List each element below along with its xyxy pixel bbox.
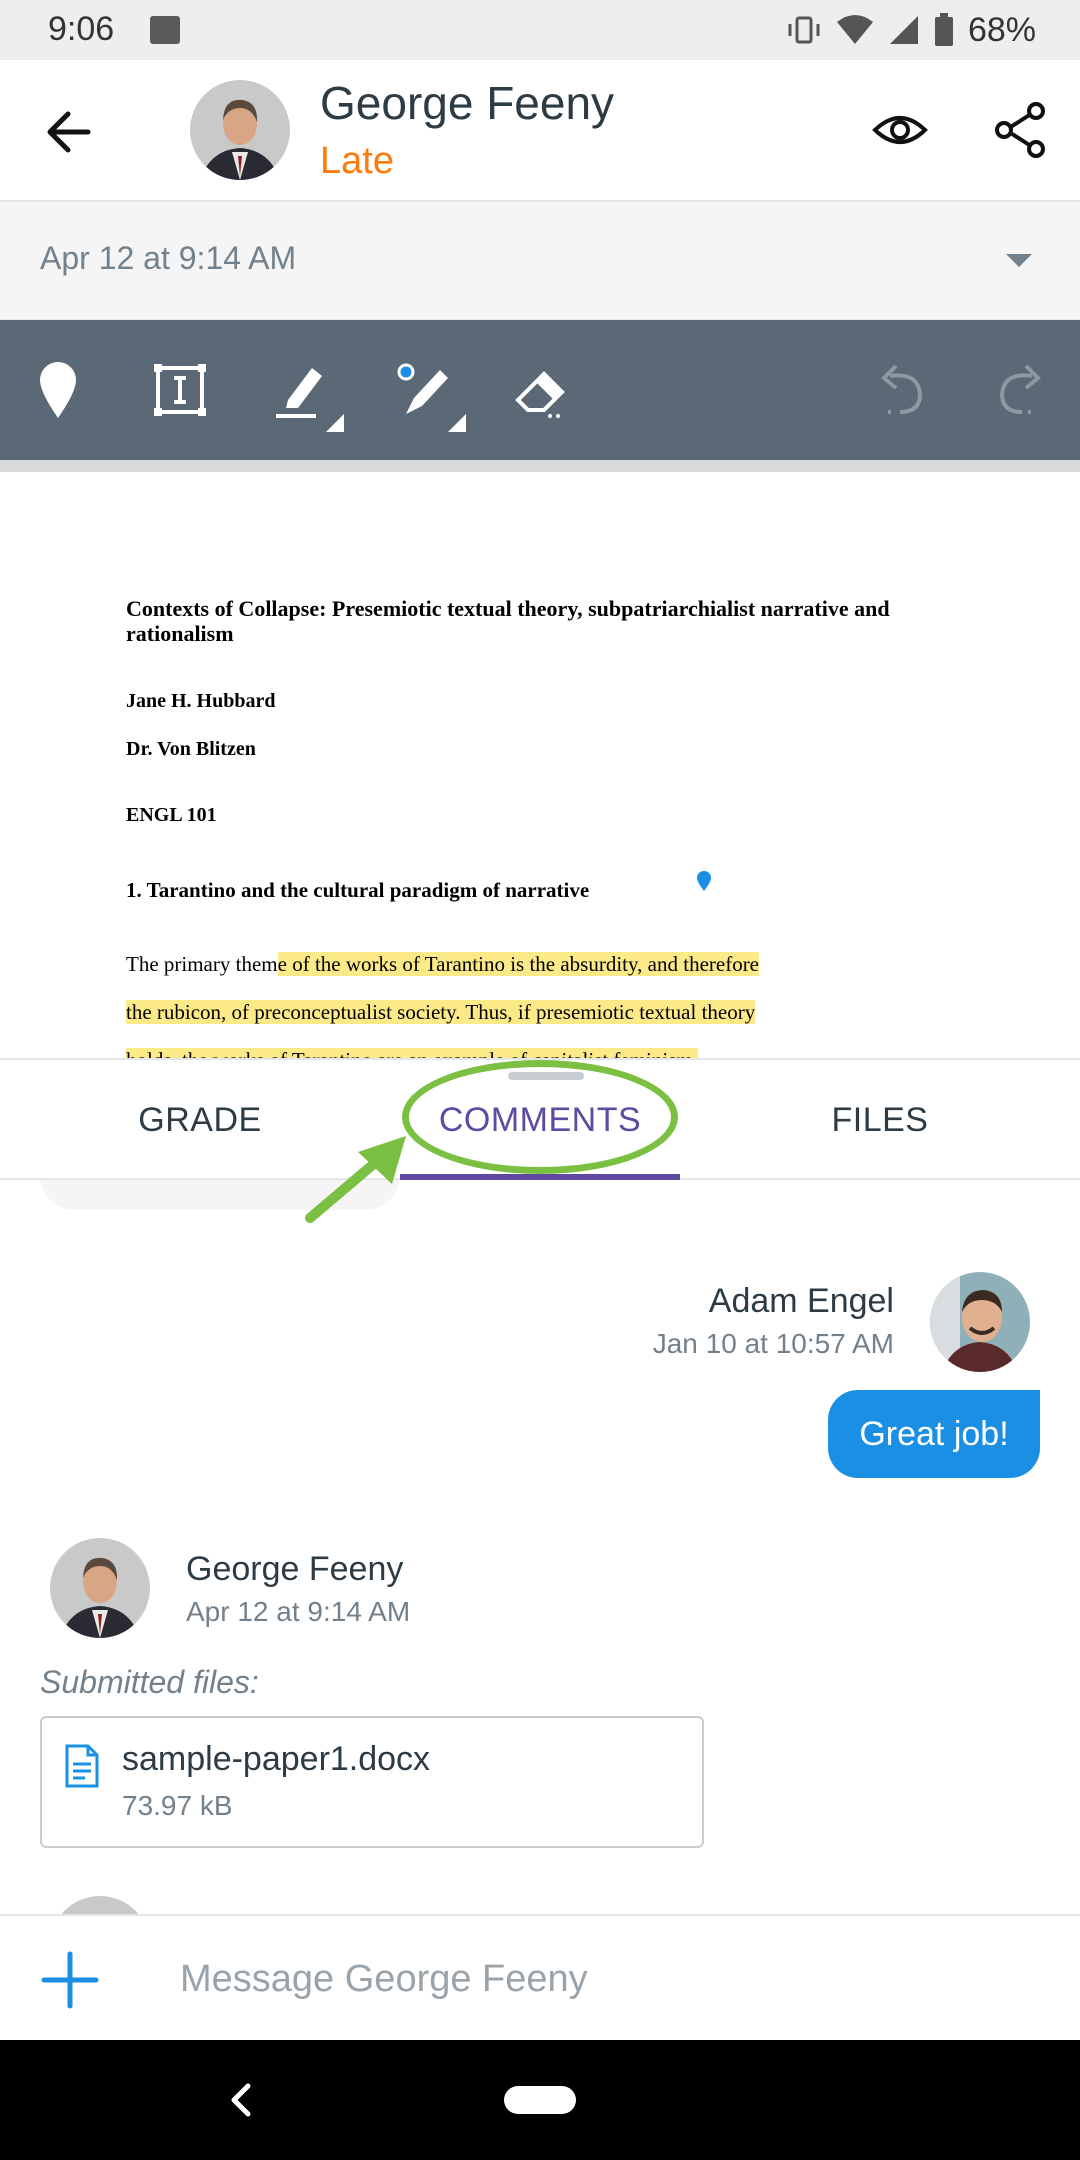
nav-back-icon[interactable]	[220, 2078, 264, 2122]
document-instructor: Dr. Von Blitzen	[126, 738, 256, 760]
student-avatar	[190, 80, 290, 180]
highlighted-text: e of the works of Tarantino is the absur…	[277, 952, 760, 976]
plus-icon[interactable]	[40, 1950, 100, 2010]
document-paragraph-line-2: the rubicon, of preconceptualist society…	[126, 1000, 756, 1025]
annotation-toolbar	[0, 320, 1080, 460]
attempt-date: Apr 12 at 9:14 AM	[40, 240, 297, 276]
student-name: George Feeny	[320, 77, 615, 129]
submitted-files-label: Submitted files:	[40, 1664, 259, 1700]
image-notification-icon	[150, 16, 180, 44]
battery-icon	[934, 13, 953, 46]
pin-icon[interactable]	[22, 354, 94, 426]
highlighter-tool[interactable]	[266, 354, 344, 432]
document-author: Jane H. Hubbard	[126, 690, 276, 712]
next-comment-avatar-image	[50, 1896, 150, 1915]
submitted-file-card[interactable]: sample-paper1.docx 73.97 kB	[40, 1716, 704, 1848]
message-bar	[0, 1914, 1080, 2040]
share-icon[interactable]	[990, 100, 1050, 160]
caret-down-icon	[1006, 254, 1032, 267]
document-heading: 1. Tarantino and the cultural paradigm o…	[126, 878, 590, 902]
message-input[interactable]	[180, 1942, 1040, 2016]
callout-highlight-ellipse	[402, 1060, 678, 1174]
plain-text: The primary them	[126, 952, 278, 976]
status-time: 9:06	[48, 10, 115, 48]
app-header: George Feeny Late	[0, 60, 1080, 202]
student-avatar-image	[190, 80, 290, 180]
highlighted-text: the rubicon, of preconceptualist society…	[126, 1000, 756, 1024]
signal-icon	[889, 16, 918, 44]
eye-icon[interactable]	[870, 100, 930, 160]
submission-author: George Feeny	[186, 1550, 404, 1588]
next-comment-avatar	[50, 1896, 150, 1915]
vibrate-icon	[788, 16, 820, 44]
document-icon	[65, 1744, 99, 1788]
status-bar: 9:06 68%	[0, 0, 1080, 60]
ink-tool[interactable]	[388, 354, 466, 432]
text-box-icon[interactable]	[144, 354, 216, 426]
tab-files[interactable]: FILES	[680, 1060, 1080, 1180]
arrow-left-icon[interactable]	[38, 100, 102, 164]
submitter-avatar-image	[50, 1538, 150, 1638]
toolbar-divider	[0, 460, 1080, 472]
undo-icon[interactable]	[866, 354, 938, 426]
comments-list[interactable]: Adam Engel Jan 10 at 10:57 AM Great job!…	[0, 1180, 1080, 1915]
submission-date: Apr 12 at 9:14 AM	[186, 1596, 411, 1627]
comment-date: Jan 10 at 10:57 AM	[652, 1328, 894, 1359]
late-status: Late	[320, 140, 394, 182]
pin-annotation-icon[interactable]	[696, 870, 712, 892]
comment-author: Adam Engel	[708, 1282, 894, 1320]
commenter-avatar-image	[930, 1272, 1030, 1372]
tool-options-indicator	[326, 414, 344, 432]
document-paragraph-line-1: The primary theme of the works of Tarant…	[126, 952, 760, 977]
nav-home-button[interactable]	[504, 2086, 576, 2114]
callout-arrow-icon	[305, 1136, 406, 1223]
eraser-icon[interactable]	[504, 354, 576, 426]
battery-percent: 68%	[967, 10, 1036, 49]
status-icons: 68%	[786, 8, 1036, 52]
system-navigation-bar	[0, 2040, 1080, 2160]
wifi-icon	[836, 15, 873, 44]
file-name: sample-paper1.docx	[122, 1740, 431, 1778]
tool-options-indicator	[448, 414, 466, 432]
file-size: 73.97 kB	[122, 1790, 233, 1821]
commenter-avatar	[930, 1272, 1030, 1372]
submitter-avatar	[50, 1538, 150, 1638]
document-course: ENGL 101	[126, 804, 217, 826]
redo-icon[interactable]	[984, 354, 1056, 426]
document-title: Contexts of Collapse: Presemiotic textua…	[126, 596, 890, 646]
comment-message-bubble: Great job!	[828, 1390, 1040, 1478]
attempt-selector[interactable]: Apr 12 at 9:14 AM	[0, 202, 1080, 320]
document-preview[interactable]: Contexts of Collapse: Presemiotic textua…	[0, 472, 1080, 1062]
